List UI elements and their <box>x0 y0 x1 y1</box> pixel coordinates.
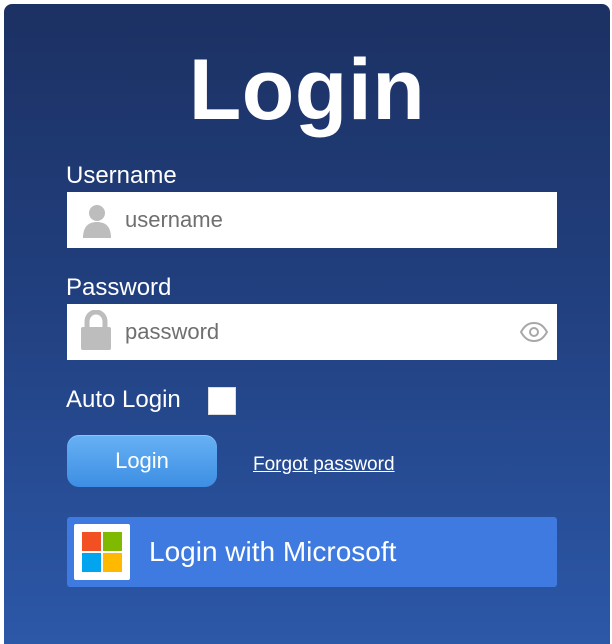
forgot-password-link[interactable]: Forgot password <box>253 454 395 476</box>
password-field[interactable] <box>67 304 557 360</box>
eye-icon[interactable] <box>519 318 549 346</box>
microsoft-button-label: Login with Microsoft <box>149 536 397 567</box>
login-button[interactable]: Login <box>67 435 217 487</box>
microsoft-logo-icon <box>74 524 130 580</box>
page-title: Login <box>188 42 426 138</box>
login-panel: Login Username Password Auto Login <box>4 4 610 644</box>
auto-login-checkbox[interactable] <box>208 387 236 415</box>
auto-login-label: Auto Login <box>66 386 181 413</box>
username-label: Username <box>66 162 177 189</box>
password-input[interactable] <box>125 304 515 360</box>
lock-icon <box>81 309 113 350</box>
password-label: Password <box>66 274 172 301</box>
login-with-microsoft-button[interactable]: Login with Microsoft <box>67 517 557 587</box>
user-icon <box>81 202 113 238</box>
username-field[interactable] <box>67 192 557 248</box>
username-input[interactable] <box>125 192 515 248</box>
